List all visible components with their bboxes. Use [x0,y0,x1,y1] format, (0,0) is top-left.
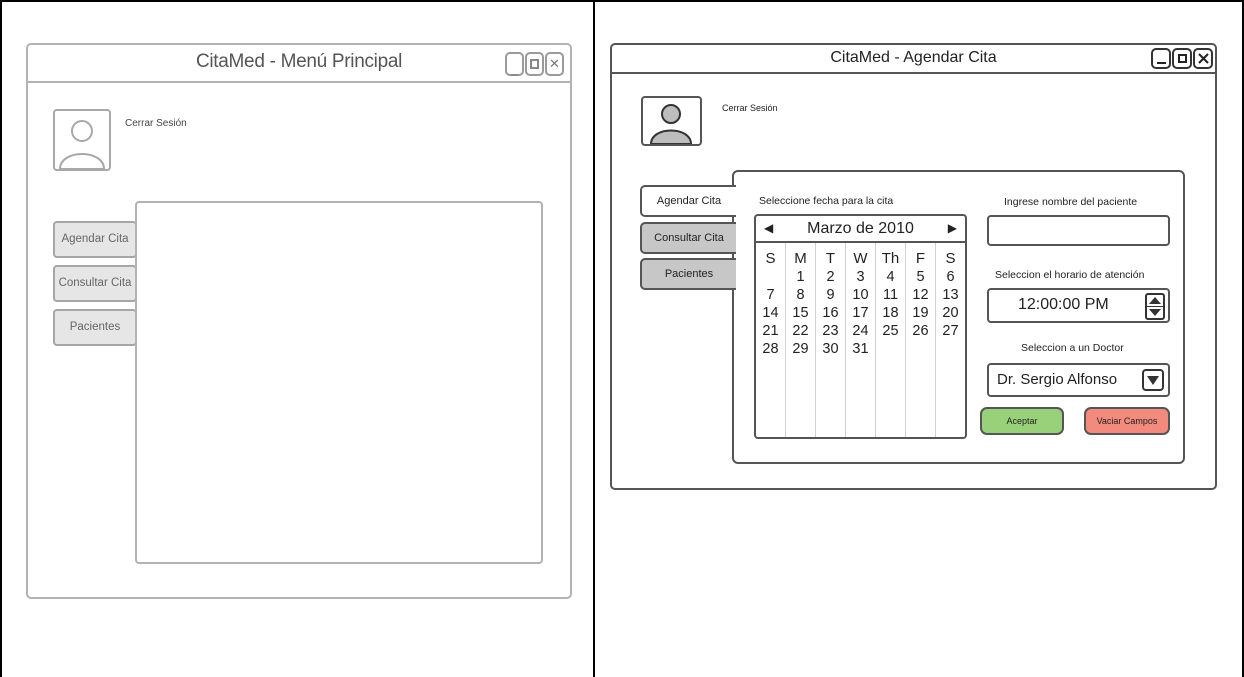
weekday-label: F [915,250,926,267]
calendar-day[interactable]: 29 [786,340,815,358]
calendar-column: S 7 14 21 28 [756,243,786,437]
calendar-day[interactable]: 20 [936,304,965,322]
window-controls [1150,48,1213,69]
main-menu-window: CitaMed - Menú Principal _ ✕ Cerrar Sesi… [26,43,572,599]
calendar-day[interactable]: 30 [816,340,845,358]
calendar-month: Marzo de 2010 [807,220,914,237]
window-title: CitaMed - Menú Principal [195,51,403,72]
content-panel [135,201,543,564]
weekday-label: S [945,250,956,267]
calendar-day[interactable]: 14 [756,304,785,322]
time-label: Seleccion el horario de atención [995,269,1145,281]
calendar-day[interactable]: 6 [936,268,965,286]
accept-button[interactable]: Aceptar [980,407,1064,435]
nav-consultar-cita-button[interactable]: Consultar Cita [53,265,137,302]
stepper-arrows [1145,293,1165,320]
calendar-day[interactable]: 2 [816,268,845,286]
clear-fields-button[interactable]: Vaciar Campos [1084,407,1170,435]
doctor-value: Dr. Sergio Alfonso [997,371,1118,388]
calendar-day[interactable] [876,340,905,358]
calendar-column: F 5 12 19 26 [906,243,936,437]
tab-consultar-cita[interactable]: Consultar Cita [640,222,736,254]
maximize-icon[interactable] [1172,48,1192,69]
title-bar: CitaMed - Menú Principal _ ✕ [28,45,570,83]
calendar-day[interactable] [756,268,785,286]
calendar-day[interactable]: 28 [756,340,785,358]
date-picker-calendar[interactable]: ◀ Marzo de 2010 ▶ S 7 14 21 28 M 1 8 15 … [754,214,967,439]
calendar-day[interactable]: 1 [786,268,815,286]
calendar-day[interactable]: 15 [786,304,815,322]
date-label: Seleccione fecha para la cita [759,195,894,207]
patient-name-label: Ingrese nombre del paciente [1004,196,1138,208]
calendar-day[interactable]: 10 [846,286,875,304]
calendar-day[interactable]: 5 [906,268,935,286]
time-stepper[interactable]: 12:00:00 PM [987,288,1170,323]
calendar-day[interactable]: 31 [846,340,875,358]
calendar-column: Th 4 11 18 25 [876,243,906,437]
minimize-icon[interactable] [1151,48,1171,69]
calendar-day[interactable]: 26 [906,322,935,340]
calendar-day[interactable]: 25 [876,322,905,340]
avatar [53,109,111,171]
doctor-select[interactable]: Dr. Sergio Alfonso [987,363,1170,397]
calendar-day[interactable]: 18 [876,304,905,322]
tab-pacientes[interactable]: Pacientes [640,258,736,290]
close-icon[interactable] [1193,48,1213,69]
calendar-day[interactable]: 13 [936,286,965,304]
chevron-down-icon[interactable] [1147,306,1163,318]
doctor-label: Seleccion a un Doctor [1021,342,1124,354]
calendar-day[interactable]: 7 [756,286,785,304]
calendar-day[interactable]: 12 [906,286,935,304]
tab-agendar-cita[interactable]: Agendar Cita [640,185,736,217]
calendar-day[interactable]: 11 [876,286,905,304]
calendar-day[interactable]: 27 [936,322,965,340]
calendar-column: T 2 9 16 23 30 [816,243,846,437]
title-bar: CitaMed - Agendar Cita [612,45,1215,74]
calendar-day[interactable]: 23 [816,322,845,340]
window-controls: _ ✕ [504,52,564,76]
calendar-day[interactable]: 8 [786,286,815,304]
calendar-header: ◀ Marzo de 2010 ▶ [756,216,965,243]
calendar-grid: S 7 14 21 28 M 1 8 15 22 29 T 2 9 16 23 [756,243,965,437]
schedule-appointment-window: CitaMed - Agendar Cita Cerrar Sesión Age… [610,43,1217,490]
minimize-icon[interactable]: _ [505,52,524,76]
window-title: CitaMed - Agendar Cita [830,49,997,66]
next-month-icon[interactable]: ▶ [948,221,957,235]
calendar-day[interactable]: 19 [906,304,935,322]
nav-agendar-cita-button[interactable]: Agendar Cita [53,221,137,258]
logout-link[interactable]: Cerrar Sesión [722,103,778,113]
calendar-day[interactable]: 17 [846,304,875,322]
weekday-label: W [853,250,868,267]
calendar-column: S 6 13 20 27 [936,243,965,437]
time-value: 12:00:00 PM [1018,296,1109,313]
patient-name-input[interactable] [987,215,1170,246]
calendar-column: W 3 10 17 24 31 [846,243,876,437]
calendar-day[interactable]: 16 [816,304,845,322]
weekday-label: S [765,250,776,267]
weekday-label: T [825,250,836,267]
calendar-day[interactable] [906,340,935,358]
dropdown-arrow-icon[interactable] [1142,369,1164,391]
nav-pacientes-button[interactable]: Pacientes [53,309,137,346]
calendar-day[interactable]: 21 [756,322,785,340]
user-icon [649,104,693,144]
calendar-day[interactable]: 9 [816,286,845,304]
avatar [641,96,702,146]
frame-divider-line [593,0,595,677]
calendar-day[interactable]: 4 [876,268,905,286]
calendar-day[interactable]: 3 [846,268,875,286]
maximize-icon[interactable] [525,52,544,76]
calendar-day[interactable] [936,340,965,358]
calendar-day[interactable]: 22 [786,322,815,340]
logout-link[interactable]: Cerrar Sesión [125,118,187,129]
calendar-day[interactable]: 24 [846,322,875,340]
weekday-label: Th [881,250,900,267]
frame-top-line [0,0,1244,2]
user-icon [58,120,106,169]
weekday-label: M [794,250,807,267]
calendar-column: M 1 8 15 22 29 [786,243,816,437]
close-icon[interactable]: ✕ [545,52,564,76]
frame-left-line [0,0,2,677]
